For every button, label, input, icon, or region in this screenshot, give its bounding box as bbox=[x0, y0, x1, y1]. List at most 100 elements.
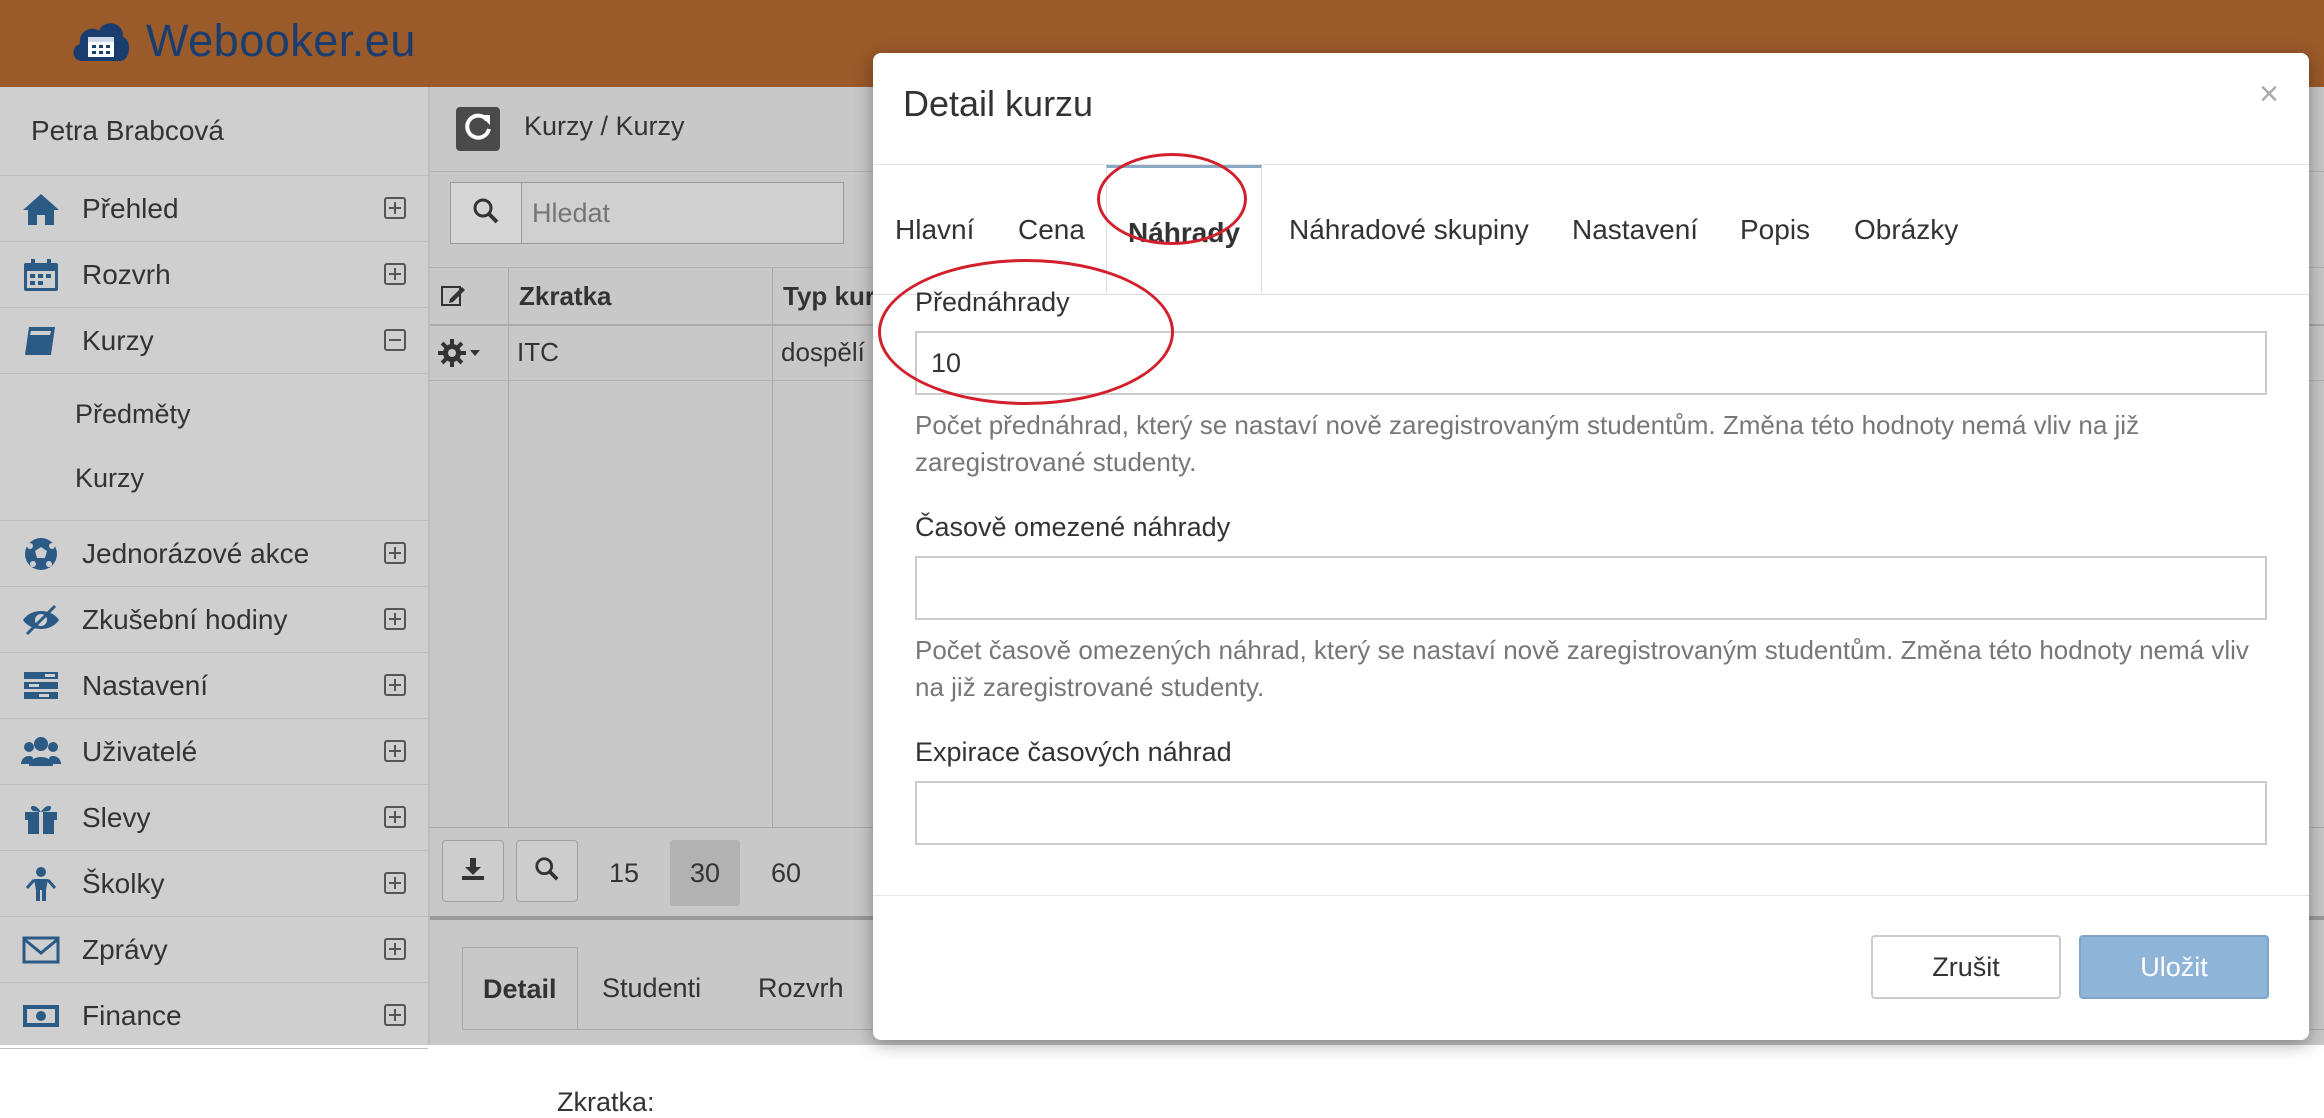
book-icon bbox=[0, 323, 82, 359]
sidebar-item-finance[interactable]: Finance bbox=[0, 983, 428, 1049]
tab-studenti[interactable]: Studenti bbox=[602, 947, 701, 1029]
sidebar-item-label: Finance bbox=[82, 999, 182, 1031]
sidebar-item-jednorazove-akce[interactable]: Jednorázové akce bbox=[0, 521, 428, 587]
sidebar-item-nastaveni[interactable]: Nastavení bbox=[0, 653, 428, 719]
sidebar-item-label: Slevy bbox=[82, 801, 151, 833]
tab-nastaveni[interactable]: Nastavení bbox=[1572, 165, 1698, 294]
sidebar-item-skolky[interactable]: Školky bbox=[0, 851, 428, 917]
page-size-30[interactable]: 30 bbox=[670, 840, 740, 906]
search-input[interactable] bbox=[522, 182, 844, 244]
sidebar-item-label: Zprávy bbox=[82, 933, 168, 965]
filter-search-button[interactable] bbox=[516, 840, 578, 902]
expand-icon[interactable] bbox=[384, 739, 406, 762]
soccer-ball-icon bbox=[0, 536, 82, 572]
download-icon bbox=[460, 856, 486, 887]
brand-logo[interactable]: Webooker.eu bbox=[68, 6, 416, 76]
sidebar: Petra Brabcová Přehled Rozvrh Kurzy Před… bbox=[0, 87, 430, 1049]
eye-icon bbox=[0, 602, 82, 638]
sidebar-item-uzivatele[interactable]: Uživatelé bbox=[0, 719, 428, 785]
column-header-zkratka[interactable]: Zkratka bbox=[508, 268, 772, 324]
expand-icon[interactable] bbox=[384, 673, 406, 696]
column-divider bbox=[508, 380, 509, 827]
label-prednahrady: Přednáhrady bbox=[915, 287, 1070, 317]
search-icon bbox=[534, 856, 560, 887]
expirace-casovych-nahrad-input[interactable] bbox=[915, 781, 2267, 845]
sidebar-item-prehled[interactable]: Přehled bbox=[0, 176, 428, 242]
tab-hlavni[interactable]: Hlavní bbox=[895, 165, 974, 294]
help-prednahrady: Počet přednáhrad, který se nastaví nově … bbox=[915, 410, 2140, 477]
search-button[interactable] bbox=[450, 182, 522, 244]
sidebar-submenu-kurzy: Předměty Kurzy bbox=[0, 374, 428, 521]
expand-icon[interactable] bbox=[384, 805, 406, 828]
cancel-button[interactable]: Zrušit bbox=[1871, 935, 2061, 999]
tab-nahrady[interactable]: Náhrady bbox=[1106, 165, 1262, 294]
money-icon bbox=[0, 998, 82, 1034]
gear-icon bbox=[438, 339, 484, 374]
tab-obrazky[interactable]: Obrázky bbox=[1854, 165, 1958, 294]
refresh-icon bbox=[463, 112, 493, 147]
gift-icon bbox=[0, 800, 82, 836]
export-button[interactable] bbox=[442, 840, 504, 902]
calendar-icon bbox=[0, 257, 82, 293]
sidebar-item-slevy[interactable]: Slevy bbox=[0, 785, 428, 851]
sidebar-item-label: Nastavení bbox=[82, 669, 209, 701]
sidebar-subitem-predmety[interactable]: Předměty bbox=[0, 382, 428, 446]
expand-icon[interactable] bbox=[384, 607, 406, 630]
save-button[interactable]: Uložit bbox=[2079, 935, 2269, 999]
expand-icon[interactable] bbox=[384, 196, 406, 219]
search-icon bbox=[472, 197, 500, 230]
search-bar bbox=[450, 182, 844, 244]
sidebar-subitem-kurzy[interactable]: Kurzy bbox=[0, 446, 428, 510]
expand-icon[interactable] bbox=[384, 541, 406, 564]
label-casove-omezene-nahrady: Časově omezené náhrady bbox=[915, 512, 1231, 542]
cloud-calendar-icon bbox=[68, 11, 132, 72]
page-size-15[interactable]: 15 bbox=[589, 840, 659, 906]
cell-zkratka: ITC bbox=[508, 325, 772, 380]
row-actions-menu[interactable] bbox=[430, 325, 508, 380]
sidebar-item-rozvrh[interactable]: Rozvrh bbox=[0, 242, 428, 308]
edit-column-header bbox=[430, 268, 508, 324]
tab-detail[interactable]: Detail bbox=[462, 947, 578, 1030]
prednahrady-input[interactable] bbox=[915, 331, 2267, 395]
close-icon[interactable]: × bbox=[2259, 77, 2279, 111]
modal-tabs: Hlavní Cena Náhrady Náhradové skupiny Na… bbox=[873, 165, 2309, 295]
tab-nahradove-skupiny[interactable]: Náhradové skupiny bbox=[1289, 165, 1529, 294]
modal-title: Detail kurzu bbox=[903, 83, 1094, 124]
sidebar-item-label: Uživatelé bbox=[82, 735, 198, 767]
column-divider bbox=[772, 380, 773, 827]
collapse-icon[interactable] bbox=[384, 328, 406, 351]
divider bbox=[873, 895, 2309, 896]
sidebar-item-label: Kurzy bbox=[82, 324, 154, 356]
course-detail-modal: Detail kurzu × Hlavní Cena Náhrady Náhra… bbox=[873, 53, 2309, 1040]
sidebar-item-zpravy[interactable]: Zprávy bbox=[0, 917, 428, 983]
expand-icon[interactable] bbox=[384, 871, 406, 894]
tab-cena[interactable]: Cena bbox=[1018, 165, 1085, 294]
help-casove-omezene-nahrady: Počet časově omezených náhrad, který se … bbox=[915, 635, 2249, 702]
tab-rozvrh[interactable]: Rozvrh bbox=[758, 947, 844, 1029]
sidebar-item-kurzy[interactable]: Kurzy bbox=[0, 308, 428, 374]
tasks-icon bbox=[0, 668, 82, 704]
sidebar-item-label: Jednorázové akce bbox=[82, 537, 310, 569]
breadcrumb: Kurzy / Kurzy bbox=[524, 111, 685, 141]
tab-popis[interactable]: Popis bbox=[1740, 165, 1810, 294]
sidebar-item-label: Rozvrh bbox=[82, 258, 171, 290]
expand-icon[interactable] bbox=[384, 937, 406, 960]
brand-name: Webooker.eu bbox=[146, 15, 416, 66]
refresh-button[interactable] bbox=[456, 107, 500, 151]
sidebar-item-zkusebni-hodiny[interactable]: Zkušební hodiny bbox=[0, 587, 428, 653]
envelope-icon bbox=[0, 932, 82, 968]
sidebar-item-label: Zkušební hodiny bbox=[82, 603, 288, 635]
sidebar-item-label: Školky bbox=[82, 867, 165, 899]
child-icon bbox=[0, 866, 82, 902]
users-icon bbox=[0, 734, 82, 770]
casove-omezene-nahrady-input[interactable] bbox=[915, 556, 2267, 620]
edit-icon bbox=[440, 285, 466, 315]
page-size-60[interactable]: 60 bbox=[751, 840, 821, 906]
label-expirace-casovych-nahrad: Expirace časových náhrad bbox=[915, 737, 1232, 767]
home-icon bbox=[0, 191, 82, 227]
user-name[interactable]: Petra Brabcová bbox=[0, 87, 428, 176]
sidebar-item-label: Přehled bbox=[82, 192, 179, 224]
field-label-zkratka: Zkratka: bbox=[557, 1087, 655, 1117]
expand-icon[interactable] bbox=[384, 262, 406, 285]
expand-icon[interactable] bbox=[384, 1003, 406, 1026]
